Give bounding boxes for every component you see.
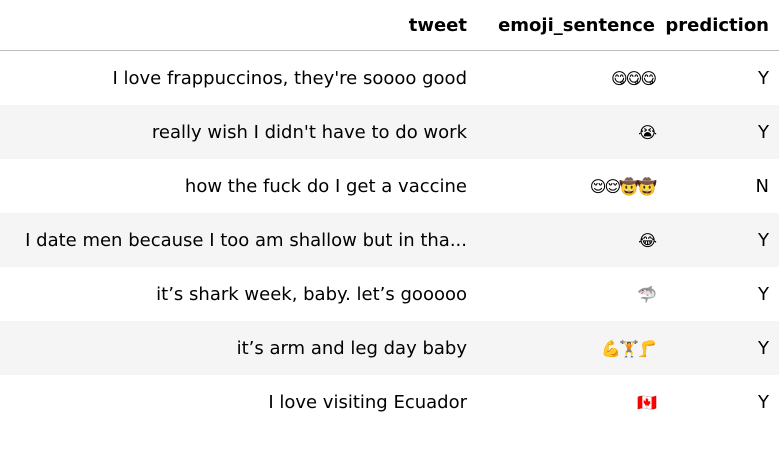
emoji-sentence-cell: 🇨🇦 bbox=[637, 392, 657, 412]
column-header-tweet: tweet bbox=[0, 0, 477, 51]
table-body: I love frappuccinos, they're soooo good … bbox=[0, 51, 779, 430]
tweet-cell: how the fuck do I get a vaccine bbox=[184, 175, 467, 197]
prediction-cell: Y bbox=[758, 391, 769, 413]
emoji-sentence-cell: 😌😌🤠🤠 bbox=[589, 176, 657, 196]
prediction-cell: N bbox=[755, 175, 769, 197]
tweet-cell: I love visiting Ecuador bbox=[268, 391, 467, 413]
prediction-cell: Y bbox=[758, 67, 769, 89]
header-row: tweet emoji_sentence prediction bbox=[0, 0, 779, 51]
column-header-prediction: prediction bbox=[665, 0, 779, 51]
tweet-cell: I love frappuccinos, they're soooo good bbox=[112, 67, 467, 89]
emoji-sentence-cell: 😋😋😋 bbox=[610, 68, 657, 88]
dataframe-output: tweet emoji_sentence prediction I love f… bbox=[0, 0, 782, 455]
emoji-sentence-cell: 🦈 bbox=[637, 284, 657, 304]
prediction-cell: Y bbox=[665, 321, 779, 375]
tweet-cell: really wish I didn't have to do work bbox=[0, 105, 477, 159]
table-row: really wish I didn't have to do work 😭 Y bbox=[0, 105, 779, 159]
table-row: I love visiting Ecuador 🇨🇦 Y bbox=[0, 375, 779, 429]
table-row: how the fuck do I get a vaccine 😌😌🤠🤠 N bbox=[0, 159, 779, 213]
dataframe-table: tweet emoji_sentence prediction I love f… bbox=[0, 0, 779, 429]
tweet-cell: it’s shark week, baby. let’s gooooo bbox=[156, 283, 467, 305]
table-header: tweet emoji_sentence prediction bbox=[0, 0, 779, 51]
emoji-sentence-cell: 😭 bbox=[477, 105, 665, 159]
column-header-emoji-sentence: emoji_sentence bbox=[477, 0, 665, 51]
prediction-cell: Y bbox=[758, 283, 769, 305]
tweet-cell: I date men because I too am shallow but … bbox=[0, 213, 477, 267]
table-row: I love frappuccinos, they're soooo good … bbox=[0, 51, 779, 106]
table-row: it’s shark week, baby. let’s gooooo 🦈 Y bbox=[0, 267, 779, 321]
prediction-cell: Y bbox=[665, 105, 779, 159]
prediction-cell: Y bbox=[665, 213, 779, 267]
table-row: I date men because I too am shallow but … bbox=[0, 213, 779, 267]
tweet-cell: it’s arm and leg day baby bbox=[0, 321, 477, 375]
table-row: it’s arm and leg day baby 💪🏋🦵 Y bbox=[0, 321, 779, 375]
emoji-sentence-cell: 💪🏋🦵 bbox=[477, 321, 665, 375]
emoji-sentence-cell: 😂 bbox=[477, 213, 665, 267]
